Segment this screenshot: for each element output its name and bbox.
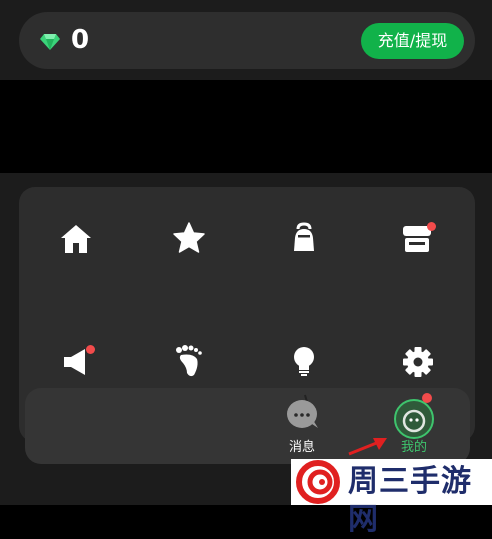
- gear-icon[interactable]: [401, 345, 435, 379]
- pointer-arrow-icon: [348, 438, 387, 456]
- balance-value: 0: [71, 25, 90, 55]
- profile-icon[interactable]: [393, 398, 435, 440]
- footprint-icon[interactable]: [173, 344, 207, 378]
- home-icon[interactable]: [59, 222, 93, 256]
- watermark-logo-icon: [296, 460, 340, 504]
- content-gap: [0, 80, 492, 173]
- megaphone-badge: [86, 345, 95, 354]
- diamond-icon: [40, 34, 60, 50]
- store-badge: [427, 222, 436, 231]
- bell-icon[interactable]: [287, 221, 321, 255]
- messages-icon[interactable]: [285, 392, 319, 432]
- tab-mine-label[interactable]: 我的: [389, 440, 439, 456]
- watermark: 周三手游网: [291, 459, 492, 537]
- watermark-text: 周三手游网: [348, 464, 472, 537]
- recharge-withdraw-button[interactable]: 充值/提现: [361, 23, 464, 59]
- profile-badge: [422, 393, 432, 403]
- bottom-tab-bar: 消息 我的: [25, 388, 470, 464]
- star-icon[interactable]: [172, 221, 206, 255]
- lightbulb-icon[interactable]: [287, 344, 321, 378]
- wallet-bar: 0 充值/提现: [19, 12, 475, 69]
- tab-messages-label[interactable]: 消息: [277, 440, 327, 456]
